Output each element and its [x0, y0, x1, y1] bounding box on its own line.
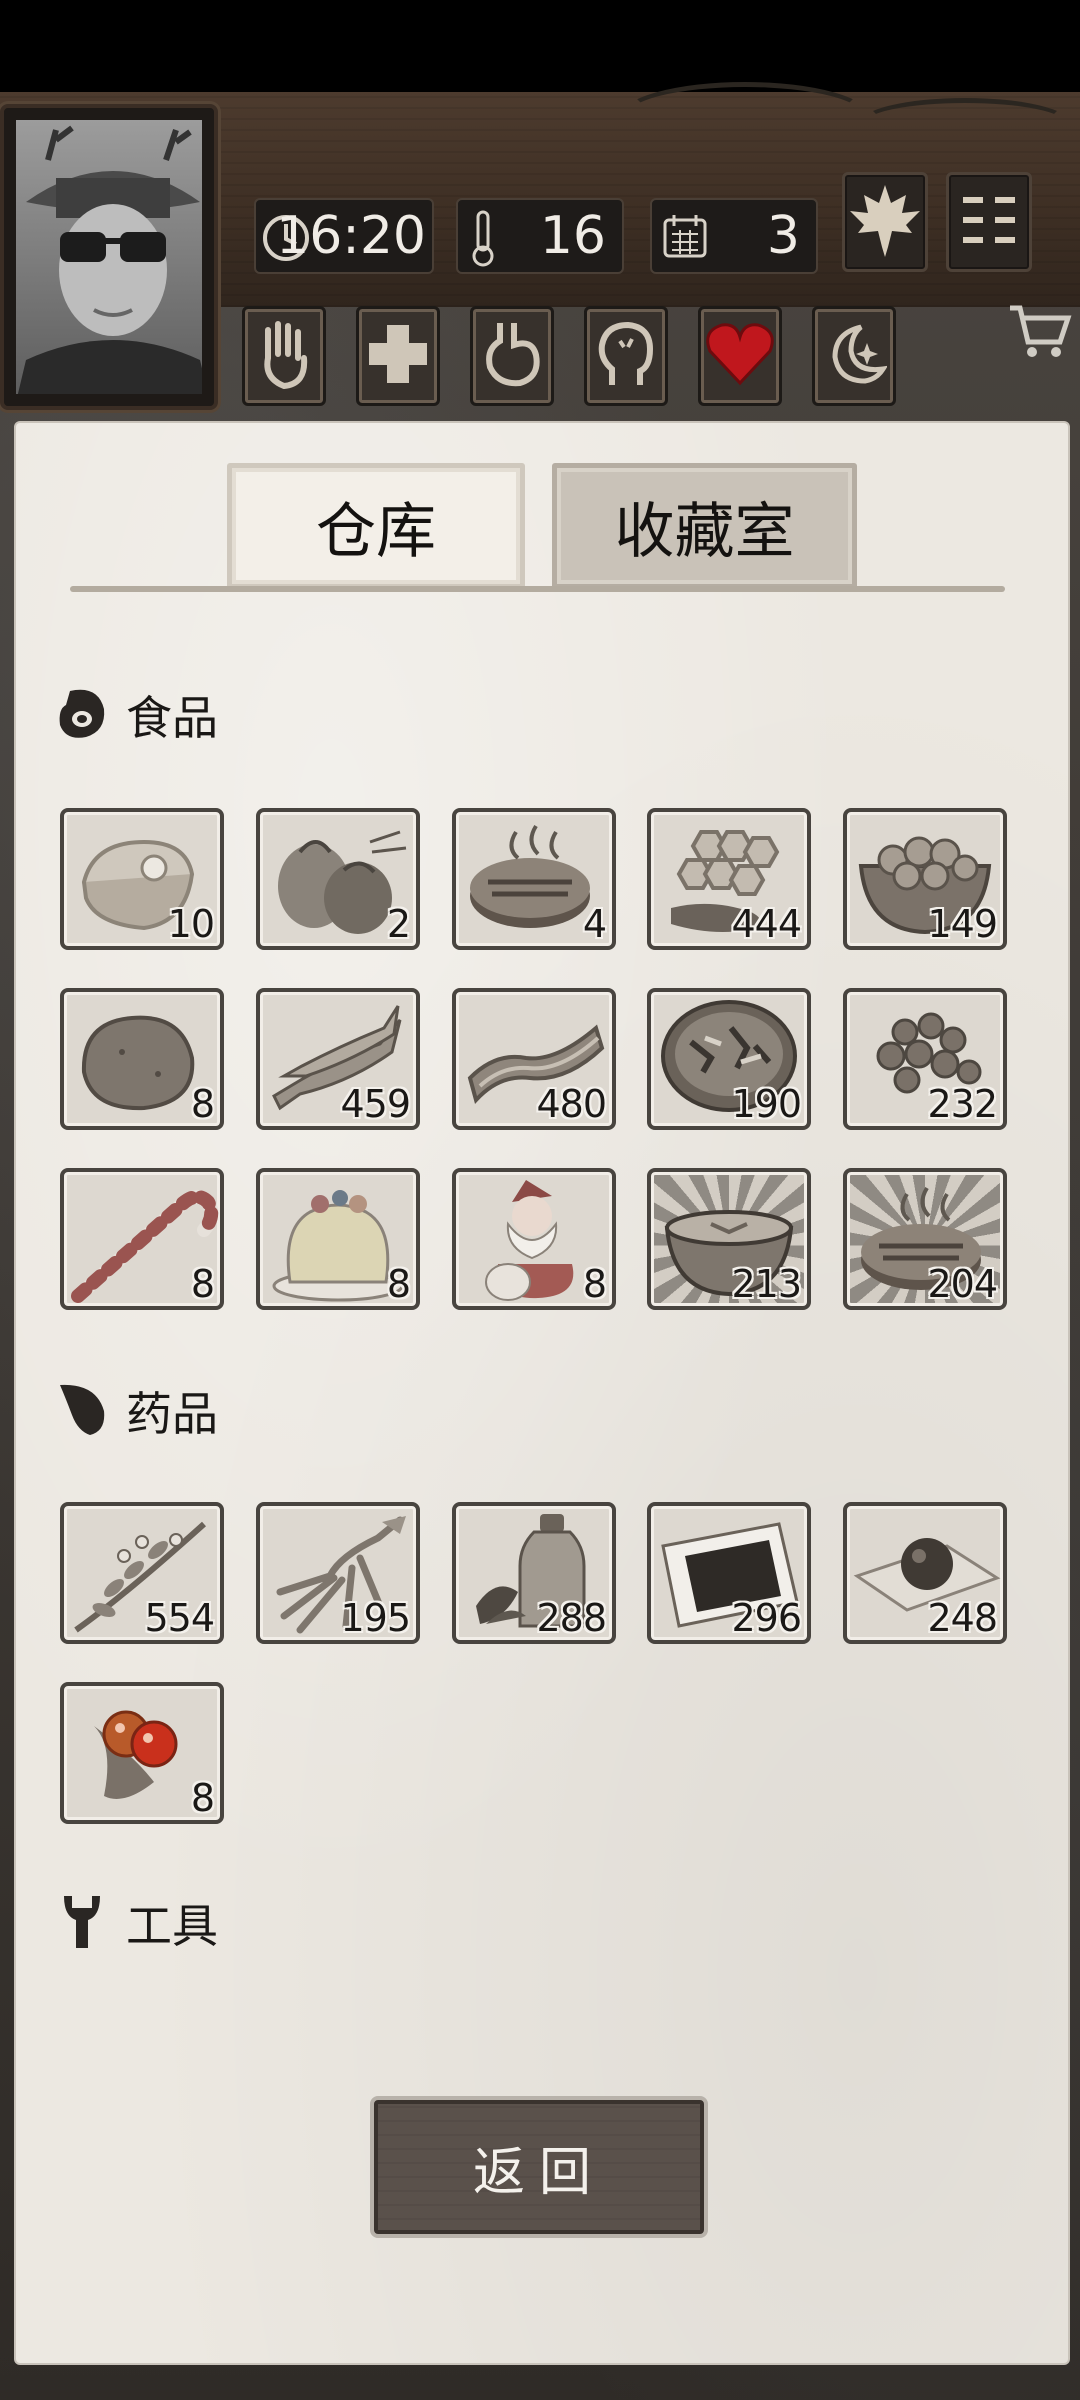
item-count: 248 — [927, 1596, 998, 1640]
tab-collection-label: 收藏室 — [614, 496, 795, 567]
calendar-icon — [662, 212, 708, 264]
food-item-bacon[interactable]: 480 — [452, 988, 616, 1130]
section-medicine-header: 药品 — [56, 1376, 218, 1446]
medicine-item-red-berries[interactable]: 8 — [60, 1682, 224, 1824]
food-item-pudding-cake[interactable]: 8 — [256, 1168, 420, 1310]
system-status-bar — [0, 0, 1080, 92]
medicine-item-herb-branch[interactable]: 554 — [60, 1502, 224, 1644]
item-count: 190 — [731, 1082, 802, 1126]
medicine-item-tonic-bottle[interactable]: 288 — [452, 1502, 616, 1644]
status-stomach[interactable] — [470, 306, 554, 406]
item-count: 296 — [731, 1596, 802, 1640]
item-count: 213 — [731, 1262, 802, 1306]
item-count: 8 — [190, 1262, 215, 1306]
character-portrait[interactable] — [0, 104, 218, 410]
moon-icon — [821, 321, 888, 391]
food-item-soup-bowl[interactable]: 213 — [647, 1168, 811, 1310]
item-count: 10 — [167, 902, 215, 946]
meat-icon — [56, 685, 108, 745]
menu-button[interactable] — [946, 172, 1032, 272]
health-cross-icon — [365, 321, 431, 391]
tab-warehouse[interactable]: 仓库 — [227, 463, 525, 589]
food-item-grilled-steak-2[interactable]: 204 — [843, 1168, 1007, 1310]
item-count: 4 — [582, 902, 607, 946]
food-item-potato[interactable]: 8 — [60, 988, 224, 1130]
status-hand[interactable] — [242, 306, 326, 406]
medicine-item-ginseng[interactable]: 195 — [256, 1502, 420, 1644]
leaf-icon — [56, 1379, 108, 1443]
food-item-santa[interactable]: 8 — [452, 1168, 616, 1310]
item-count: 232 — [927, 1082, 998, 1126]
heart-icon — [704, 321, 776, 391]
item-count: 480 — [536, 1082, 607, 1126]
food-item-nut-bowl[interactable]: 149 — [843, 808, 1007, 950]
back-button[interactable]: 返回 — [370, 2096, 708, 2238]
item-count: 8 — [190, 1082, 215, 1126]
section-food-header: 食品 — [56, 680, 218, 750]
food-item-salad-bowl[interactable]: 190 — [647, 988, 811, 1130]
avatar — [16, 120, 202, 394]
item-count: 554 — [144, 1596, 215, 1640]
stomach-icon — [480, 319, 544, 393]
section-tools-header: 工具 — [56, 1888, 218, 1958]
menu-icon — [959, 190, 1019, 254]
time-value: 16:20 — [276, 206, 426, 266]
status-mind[interactable] — [584, 306, 668, 406]
season-button[interactable] — [842, 172, 928, 272]
tab-divider — [70, 586, 1005, 592]
food-item-dried-fish[interactable]: 459 — [256, 988, 420, 1130]
status-heart[interactable] — [698, 306, 782, 406]
medicine-item-pill-ball[interactable]: 248 — [843, 1502, 1007, 1644]
item-count: 149 — [927, 902, 998, 946]
day-value: 3 — [766, 206, 800, 266]
item-count: 2 — [386, 902, 411, 946]
temperature-display: 16 — [456, 198, 624, 274]
back-button-label: 返回 — [472, 2142, 605, 2203]
item-count: 8 — [582, 1262, 607, 1306]
status-health[interactable] — [356, 306, 440, 406]
tab-collection[interactable]: 收藏室 — [552, 463, 857, 589]
head-icon — [594, 319, 658, 393]
wrench-icon — [56, 1890, 108, 1956]
maple-leaf-icon — [846, 181, 924, 263]
item-count: 195 — [340, 1596, 411, 1640]
section-tools-label: 工具 — [126, 1899, 218, 1953]
item-count: 8 — [190, 1776, 215, 1820]
item-count: 8 — [386, 1262, 411, 1306]
item-count: 444 — [731, 902, 802, 946]
food-item-raw-meat[interactable]: 10 — [60, 808, 224, 950]
tab-warehouse-label: 仓库 — [316, 496, 436, 567]
day-display: 3 — [650, 198, 818, 274]
item-count: 288 — [536, 1596, 607, 1640]
medicine-item-plaster[interactable]: 296 — [647, 1502, 811, 1644]
thermometer-icon — [468, 208, 498, 272]
item-count: 459 — [340, 1082, 411, 1126]
food-item-berries[interactable]: 232 — [843, 988, 1007, 1130]
food-item-honeycomb[interactable]: 444 — [647, 808, 811, 950]
hand-icon — [254, 318, 314, 394]
food-item-candy-cane[interactable]: 8 — [60, 1168, 224, 1310]
item-count: 204 — [927, 1262, 998, 1306]
temperature-value: 16 — [539, 206, 606, 266]
section-food-label: 食品 — [126, 691, 218, 745]
food-item-grilled-steak[interactable]: 4 — [452, 808, 616, 950]
status-sleep[interactable] — [812, 306, 896, 406]
time-display: 16:20 — [254, 198, 434, 274]
food-item-coconut[interactable]: 2 — [256, 808, 420, 950]
section-medicine-label: 药品 — [126, 1387, 218, 1441]
shopping-cart-icon[interactable] — [1006, 298, 1072, 368]
